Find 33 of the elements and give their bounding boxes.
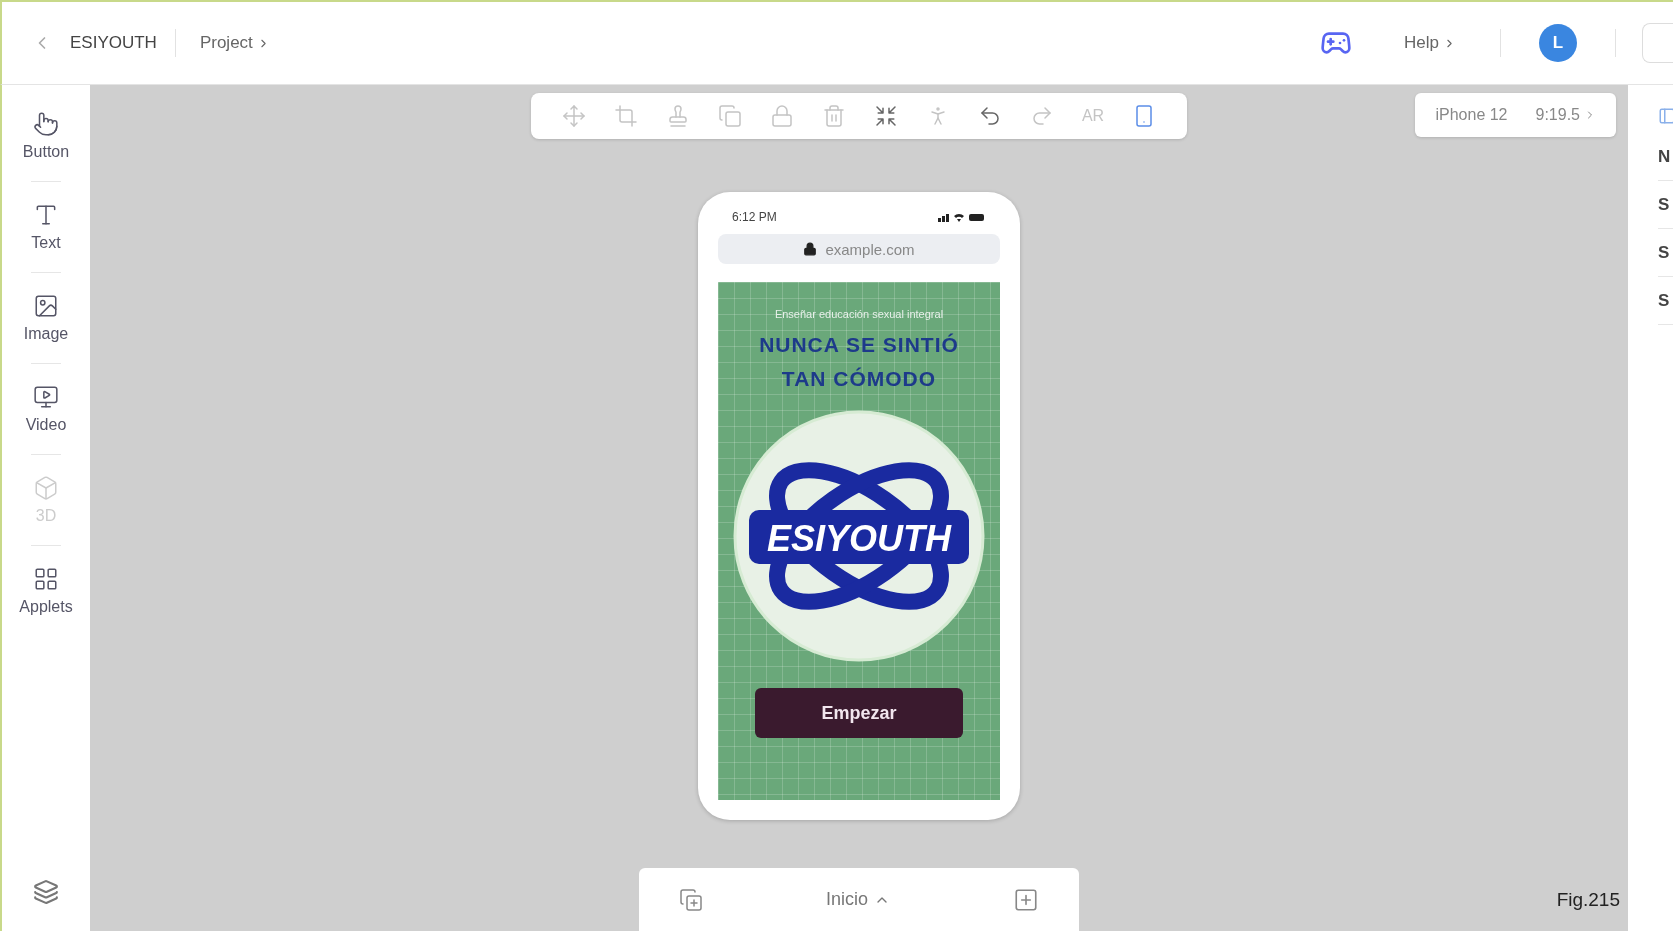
start-button[interactable]: Empezar: [755, 688, 963, 738]
panel-row-label: S: [1658, 229, 1673, 277]
add-page-icon[interactable]: [1013, 886, 1039, 913]
poster-headline: NUNCA SE SINTIÓ TAN CÓMODO: [759, 332, 959, 392]
page-selector[interactable]: Inicio: [820, 888, 896, 911]
project-name: ESIYOUTH: [70, 33, 157, 53]
duplicate-page-icon[interactable]: [679, 887, 703, 912]
panel-icon[interactable]: [1658, 107, 1673, 125]
panel-row-label: N: [1658, 133, 1673, 181]
logo-drawing: ESIYOUTH: [733, 410, 985, 662]
sidebar-item[interactable]: Applets: [16, 566, 76, 616]
breadcrumb-link[interactable]: Project: [193, 32, 276, 54]
header-button[interactable]: [1642, 23, 1673, 63]
poster-tagline: Enseñar educación sexual integral: [774, 308, 944, 320]
panel-row-label: S: [1658, 277, 1673, 325]
hand-pointer-icon: [33, 111, 59, 137]
layers-icon[interactable]: [33, 879, 59, 905]
image-icon: [33, 293, 59, 319]
device-selector[interactable]: iPhone 12 9:19.5: [1415, 93, 1616, 137]
user-avatar[interactable]: L: [1539, 24, 1577, 62]
sidebar-item[interactable]: Button: [16, 111, 76, 161]
status-time: 6:12 PM: [732, 210, 777, 224]
url-bar[interactable]: example.com: [718, 234, 1000, 264]
figure-caption: Fig.215: [1556, 888, 1620, 911]
grid-icon: [33, 566, 59, 592]
sidebar-item[interactable]: Text: [16, 202, 76, 252]
help-menu[interactable]: Help: [1398, 32, 1462, 54]
video-icon: [33, 384, 59, 410]
panel-row-label: S: [1658, 181, 1673, 229]
status-icons: [936, 211, 986, 223]
cube-icon: [33, 475, 59, 501]
sidebar-item[interactable]: Video: [16, 384, 76, 434]
sidebar-item[interactable]: Image: [16, 293, 76, 343]
